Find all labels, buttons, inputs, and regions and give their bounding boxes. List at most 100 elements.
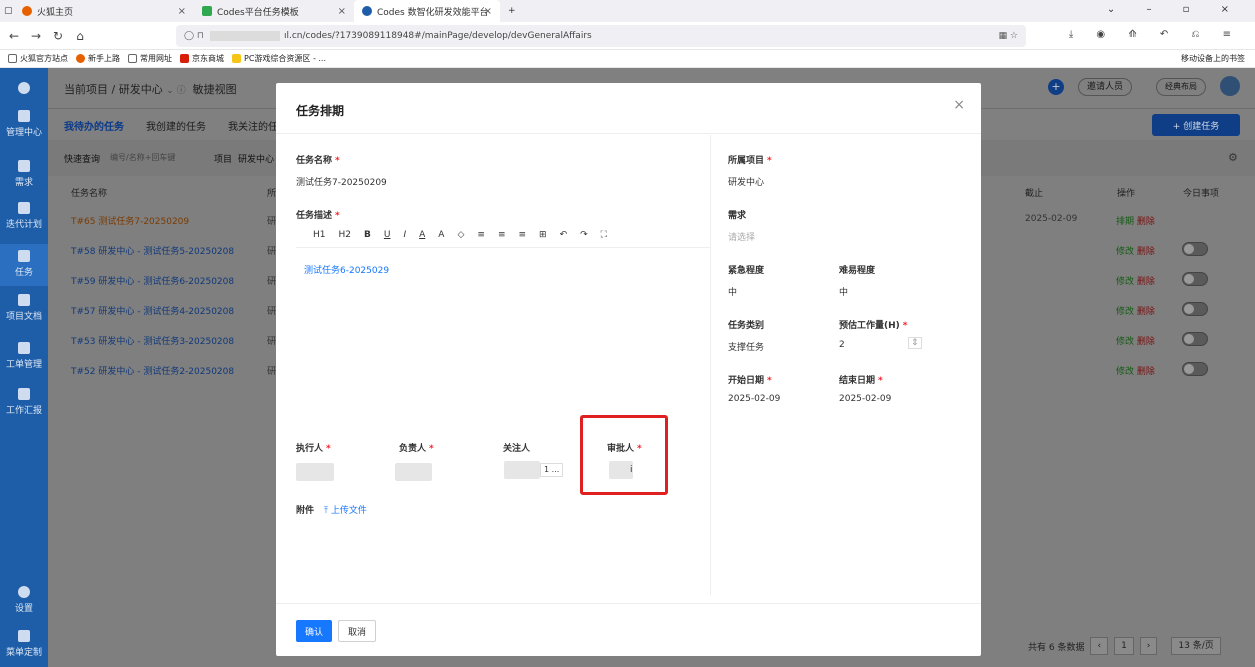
view-switch[interactable]: 敏捷视图 [193, 83, 237, 96]
today-toggle[interactable] [1182, 332, 1208, 346]
edit-button[interactable]: 修改 [1116, 277, 1134, 287]
column-header-deadline[interactable]: 截止 [1025, 186, 1043, 199]
task-name-link[interactable]: T#59 研发中心 - 测试任务6-20250208 [71, 274, 234, 287]
close-icon[interactable]: × [484, 6, 492, 17]
description-editor[interactable]: 测试任务6-2025029 [304, 263, 389, 276]
today-toggle[interactable] [1182, 362, 1208, 376]
mobile-bookmarks[interactable]: 移动设备上的书签 [1181, 53, 1245, 64]
project-filter-value[interactable]: 研发中心 [238, 152, 274, 165]
heading1-button[interactable]: H1 [313, 230, 326, 240]
prev-page-button[interactable]: ‹ [1090, 637, 1109, 655]
edit-button[interactable]: 修改 [1116, 367, 1134, 377]
fullscreen-icon[interactable]: ⛶ [601, 230, 607, 240]
back-icon[interactable]: ← [6, 29, 22, 43]
effort-input[interactable]: 2 [839, 340, 845, 350]
eraser-icon[interactable]: ◇ [457, 230, 464, 240]
align-center-icon[interactable]: ≡ [498, 230, 506, 240]
forward-icon[interactable]: → [28, 29, 44, 43]
start-date-picker[interactable]: 2025-02-09 [728, 394, 780, 404]
task-name-field[interactable]: 测试任务7-20250209 [296, 175, 387, 188]
executor-field[interactable] [296, 463, 334, 481]
home-icon[interactable]: ⌂ [72, 29, 88, 43]
align-left-icon[interactable]: ≡ [477, 230, 485, 240]
edit-button[interactable]: 修改 [1116, 307, 1134, 317]
add-icon[interactable]: + [1048, 79, 1064, 95]
edit-button[interactable]: 修改 [1116, 337, 1134, 347]
sidebar-item-settings[interactable]: 设置 [0, 586, 48, 614]
task-name-link[interactable]: T#65 测试任务7-20250209 [71, 214, 189, 227]
invite-button[interactable]: 邀请人员 [1078, 78, 1133, 96]
requirement-select[interactable]: 请选择 [728, 230, 755, 243]
today-toggle[interactable] [1182, 272, 1208, 286]
bookmark-item[interactable]: 常用网址 [128, 53, 172, 64]
confirm-button[interactable]: 确认 [296, 620, 332, 642]
tab-followed[interactable]: 我关注的任 [228, 118, 278, 133]
undo-icon[interactable]: ↶ [560, 230, 568, 240]
reload-icon[interactable]: ↻ [50, 29, 66, 43]
task-name-link[interactable]: T#58 研发中心 - 测试任务5-20250208 [71, 244, 234, 257]
delete-button[interactable]: 删除 [1137, 367, 1155, 377]
heading2-button[interactable]: H2 [339, 230, 352, 240]
tab-list-icon[interactable]: ▢ [0, 0, 14, 22]
browser-tab-codes[interactable]: Codes 数智化研发效能平台 × [354, 0, 500, 22]
quick-search-input[interactable]: 编号/名称+回车键 [110, 152, 175, 163]
task-name-link[interactable]: T#53 研发中心 - 测试任务3-20250208 [71, 334, 234, 347]
project-field[interactable]: 研发中心 [728, 175, 764, 188]
redo-icon[interactable]: ↷ [580, 230, 588, 240]
close-icon[interactable]: × [178, 6, 186, 17]
follower-more-badge[interactable]: 1 ... [540, 463, 564, 477]
delete-button[interactable]: 删除 [1137, 337, 1155, 347]
bookmark-star-icon[interactable]: ▦ ☆ [999, 31, 1018, 41]
window-controls[interactable]: ⌄ – ▫ × [1107, 4, 1243, 15]
bg-color-button[interactable]: A [438, 230, 444, 240]
bold-button[interactable]: B [364, 230, 371, 240]
bookmark-item[interactable]: PC游戏综合资源区 - ... [232, 53, 326, 64]
bookmark-item[interactable]: 新手上路 [76, 53, 120, 64]
bookmark-item[interactable]: 京东商城 [180, 53, 224, 64]
next-page-button[interactable]: › [1139, 637, 1158, 655]
tab-my-todo[interactable]: 我待办的任务 [64, 118, 124, 133]
font-color-button[interactable]: A [419, 230, 425, 240]
bookmark-item[interactable]: 火狐官方站点 [8, 53, 68, 64]
cancel-button[interactable]: 取消 [338, 620, 376, 642]
delete-button[interactable]: 删除 [1137, 277, 1155, 287]
url-input[interactable]: ◯ ⊓ ıl.cn/codes/?1739089118948#/mainPage… [176, 25, 1026, 47]
upload-file-button[interactable]: ⤒ 上传文件 [324, 503, 367, 516]
align-right-icon[interactable]: ≡ [518, 230, 526, 240]
sidebar-item-iteration[interactable]: 迭代计划 [0, 202, 48, 230]
difficulty-select[interactable]: 中 [839, 285, 848, 298]
browser-tab-home[interactable]: 火狐主页 × [14, 0, 194, 22]
toolbar-icons[interactable]: ⤓ ◉ ⟰ ↶ ⎌ ≡ [1069, 29, 1241, 40]
sidebar-item-tickets[interactable]: 工单管理 [0, 342, 48, 370]
stepper-icon[interactable]: ⇕ [908, 337, 922, 349]
sidebar-item-tasks[interactable]: 任务 [0, 244, 48, 286]
current-page[interactable]: 1 [1114, 637, 1134, 655]
new-tab-button[interactable]: + [500, 0, 524, 22]
page-size-select[interactable]: 13 条/页 [1171, 637, 1221, 655]
schedule-button[interactable]: 排期 [1116, 217, 1134, 227]
sidebar-item-requirements[interactable]: 需求 [0, 160, 48, 188]
tab-created[interactable]: 我创建的任务 [146, 118, 206, 133]
delete-button[interactable]: 删除 [1137, 247, 1155, 257]
end-date-picker[interactable]: 2025-02-09 [839, 394, 891, 404]
image-icon[interactable]: ⊞ [539, 230, 547, 240]
owner-field[interactable] [395, 463, 432, 481]
delete-button[interactable]: 删除 [1137, 217, 1155, 227]
task-name-link[interactable]: T#52 研发中心 - 测试任务2-20250208 [71, 364, 234, 377]
underline-button[interactable]: U [384, 230, 391, 240]
today-toggle[interactable] [1182, 302, 1208, 316]
category-select[interactable]: 支撑任务 [728, 340, 764, 353]
today-toggle[interactable] [1182, 242, 1208, 256]
avatar[interactable] [1220, 76, 1240, 96]
sidebar-item-menu-custom[interactable]: 菜单定制 [0, 630, 48, 658]
browser-tab-template[interactable]: Codes平台任务模板 × [194, 0, 354, 22]
close-icon[interactable]: × [338, 6, 346, 17]
create-task-button[interactable]: + 创建任务 [1152, 114, 1240, 136]
sidebar-item-admin[interactable]: 管理中心 [0, 110, 48, 138]
settings-icon[interactable]: ⚙ [1228, 151, 1238, 164]
urgency-select[interactable]: 中 [728, 285, 737, 298]
delete-button[interactable]: 删除 [1137, 307, 1155, 317]
task-name-link[interactable]: T#57 研发中心 - 测试任务4-20250208 [71, 304, 234, 317]
close-icon[interactable]: × [953, 97, 965, 113]
edit-button[interactable]: 修改 [1116, 247, 1134, 257]
